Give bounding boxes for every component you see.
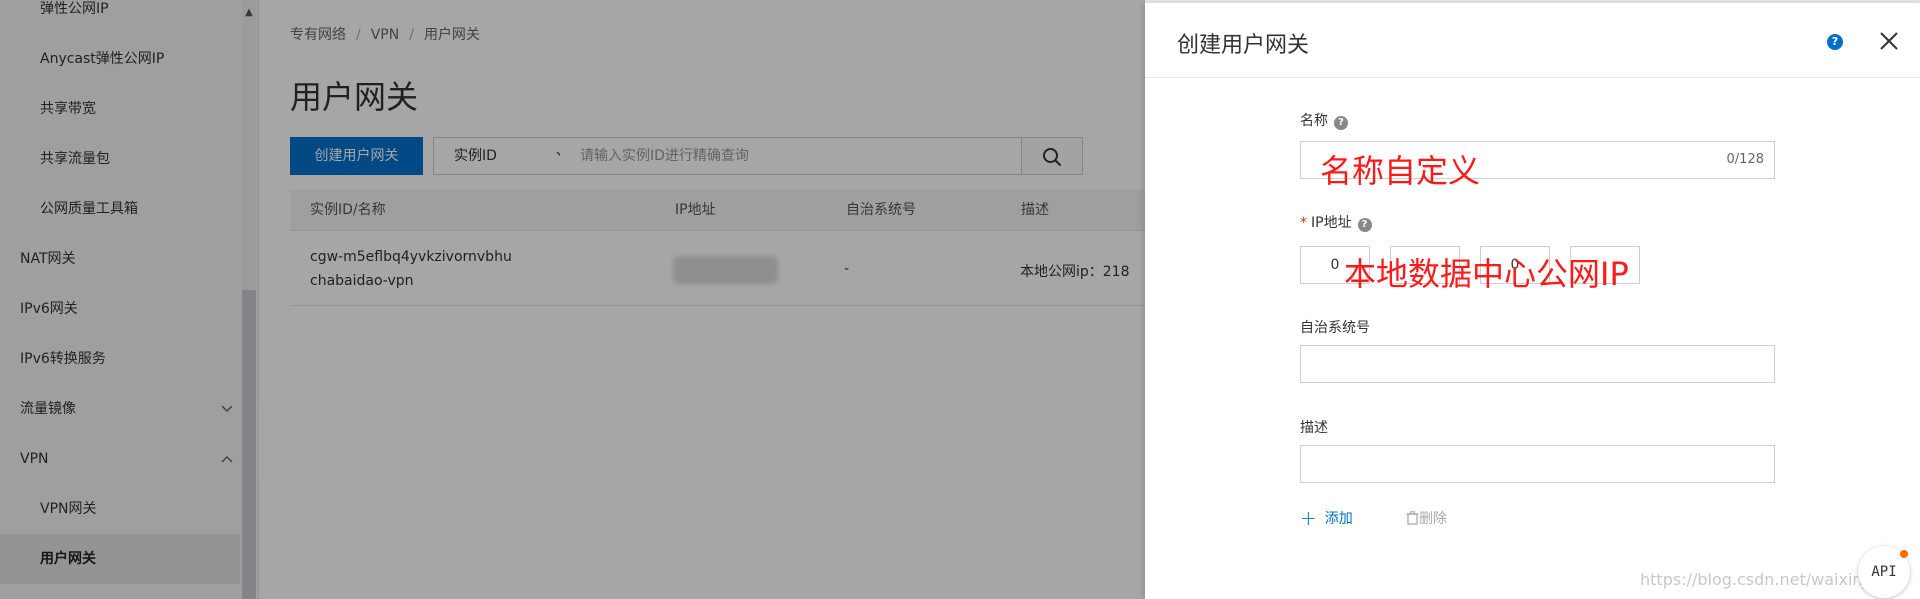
help-icon[interactable]: ? bbox=[1827, 34, 1843, 50]
annotation-name: 名称自定义 bbox=[1320, 152, 1481, 190]
help-question-icon[interactable]: ? bbox=[1357, 218, 1372, 232]
ip-label-text: IP地址 bbox=[1311, 215, 1352, 231]
asn-label: 自治系统号 bbox=[1300, 320, 1370, 336]
notification-dot bbox=[1900, 550, 1908, 558]
description-label: 描述 bbox=[1300, 420, 1328, 436]
annotation-ip: 本地数据中心公网IP bbox=[1344, 255, 1629, 293]
trash-icon bbox=[1406, 511, 1419, 525]
modal-overlay[interactable] bbox=[0, 0, 1145, 599]
add-button[interactable]: + 添加 bbox=[1300, 506, 1353, 530]
name-label: 名称? bbox=[1300, 110, 1348, 130]
close-icon bbox=[1880, 32, 1898, 50]
name-char-counter: 0/128 bbox=[1726, 152, 1764, 167]
ip-label: * IP地址? bbox=[1300, 212, 1372, 232]
help-question-icon[interactable]: ? bbox=[1334, 116, 1348, 130]
drawer-title: 创建用户网关 bbox=[1177, 33, 1310, 58]
create-gateway-drawer: 创建用户网关 ? 名称? 0/128 名称自定义 * IP地址? 0 0 本地数据… bbox=[1145, 3, 1920, 599]
app-window: 弹性公网IP Anycast弹性公网IP 共享带宽 共享流量包 公网质量工具箱 … bbox=[0, 0, 1920, 599]
delete-button[interactable]: 删除 bbox=[1406, 508, 1447, 528]
close-button[interactable] bbox=[1877, 29, 1901, 53]
name-label-text: 名称 bbox=[1300, 113, 1328, 129]
plus-icon: + bbox=[1300, 506, 1317, 530]
delete-button-label: 删除 bbox=[1419, 511, 1447, 527]
add-button-label: 添加 bbox=[1324, 511, 1353, 527]
drawer-header: 创建用户网关 ? bbox=[1145, 3, 1920, 78]
required-mark: * bbox=[1300, 215, 1307, 231]
description-input[interactable] bbox=[1300, 445, 1775, 483]
asn-input[interactable] bbox=[1300, 345, 1775, 383]
